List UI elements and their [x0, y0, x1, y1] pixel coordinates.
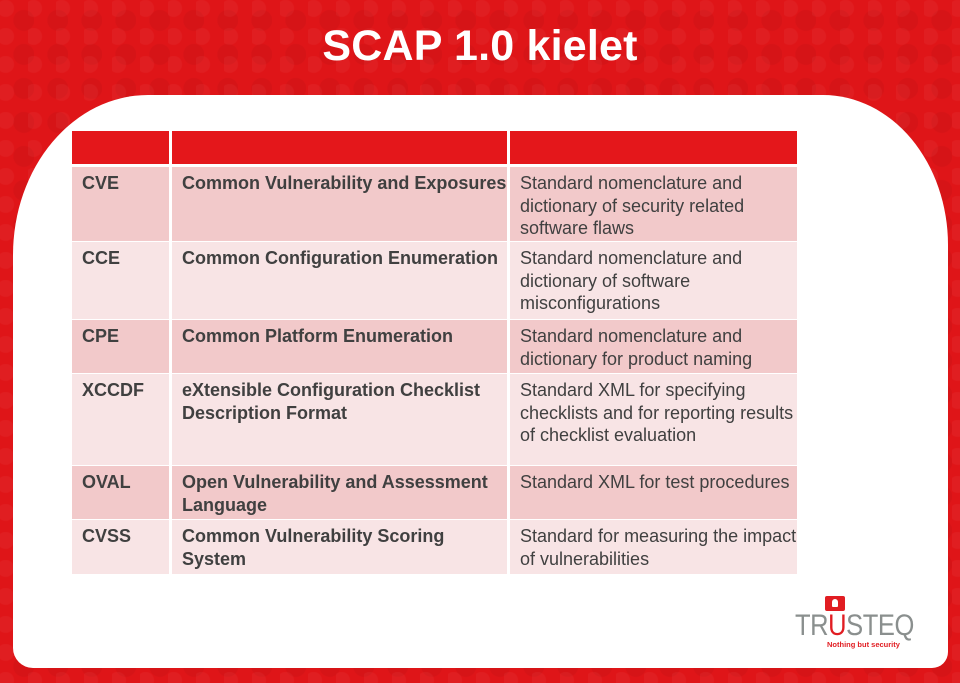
- description-cell: Standard XML for test procedures: [520, 472, 790, 492]
- abbr-cell: CVE: [82, 173, 120, 193]
- name-cell: Common Platform Enumeration: [182, 326, 454, 346]
- table-row: XCCDF eXtensible Configuration Checklist…: [72, 374, 797, 466]
- logo-tagline: Nothing but security: [827, 640, 900, 649]
- name-cell: Open Vulnerability and Assessment Langua…: [182, 472, 488, 515]
- header-cell-abbr: [72, 131, 172, 167]
- name-cell: Common Vulnerability Scoring System: [182, 526, 445, 569]
- logo-wordmark: TRUSTEQ: [795, 610, 914, 642]
- table-row: OVAL Open Vulnerability and Assessment L…: [72, 466, 797, 520]
- table-row: CVSS Common Vulnerability Scoring System…: [72, 520, 797, 575]
- abbr-cell: CPE: [82, 326, 120, 346]
- abbr-cell: CVSS: [82, 526, 132, 546]
- logo-wordmark-prefix: TR: [795, 609, 829, 642]
- abbr-cell: OVAL: [82, 472, 131, 492]
- description-cell: Standard nomenclature and dictionary of …: [520, 248, 743, 313]
- description-cell: Standard nomenclature and dictionary for…: [520, 326, 753, 369]
- name-cell: Common Configuration Enumeration: [182, 248, 498, 268]
- abbr-cell: XCCDF: [82, 380, 144, 400]
- table-row: CVE Common Vulnerability and Exposures S…: [72, 167, 797, 242]
- description-cell: Standard XML for specifying checklists a…: [520, 380, 794, 445]
- abbr-cell: CCE: [82, 248, 121, 268]
- trusteq-logo: TRUSTEQ Nothing but security: [795, 596, 914, 651]
- description-cell: Standard nomenclature and dictionary of …: [520, 173, 745, 238]
- name-cell: Common Vulnerability and Exposures: [182, 173, 507, 193]
- table-row: CCE Common Configuration Enumeration Sta…: [72, 242, 797, 320]
- description-cell: Standard for measuring the impact of vul…: [520, 526, 797, 569]
- logo-wordmark-highlight: U: [828, 609, 847, 642]
- header-cell-description: [510, 131, 797, 167]
- scap-languages-table: CVE Common Vulnerability and Exposures S…: [72, 131, 797, 575]
- name-cell: eXtensible Configuration Checklist Descr…: [182, 380, 481, 423]
- table-row: CPE Common Platform Enumeration Standard…: [72, 320, 797, 374]
- header-cell-name: [172, 131, 510, 167]
- slide-title: SCAP 1.0 kielet: [322, 22, 638, 70]
- logo-wordmark-suffix: STEQ: [846, 609, 914, 642]
- table-header-row: [72, 131, 797, 167]
